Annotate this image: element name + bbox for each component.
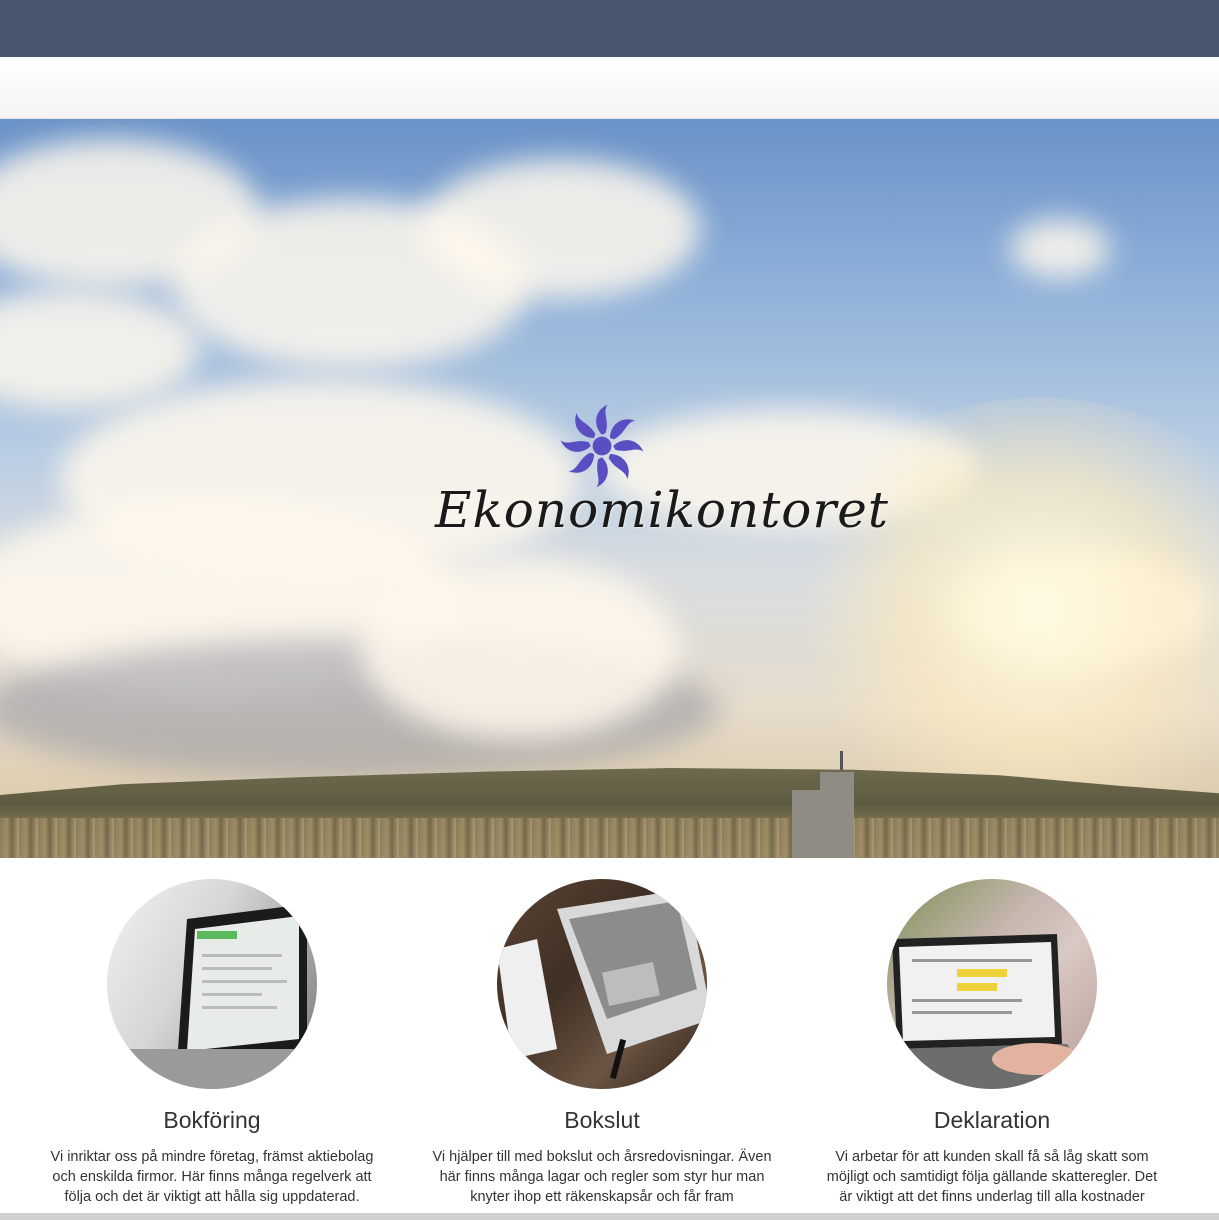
top-bar — [0, 0, 1219, 57]
service-description: Vi inriktar oss på mindre företag, främs… — [50, 1149, 374, 1205]
service-image — [107, 879, 317, 1089]
service-image — [887, 879, 1097, 1089]
horizontal-scrollbar[interactable] — [0, 1213, 1219, 1220]
logo: Ekonomikontoret — [435, 399, 889, 549]
building — [792, 772, 854, 858]
service-title: Bokslut — [564, 1107, 640, 1133]
service-description: Vi arbetar för att kunden skall få så lå… — [826, 1149, 1158, 1205]
logo-text: Ekonomikontoret — [435, 481, 889, 539]
services-section: Bokföring Vi inriktar oss på mindre före… — [0, 858, 1219, 1220]
service-description: Vi hjälper till med bokslut och årsredov… — [432, 1149, 772, 1205]
logo-flower-icon — [560, 404, 644, 488]
service-title: Bokföring — [163, 1107, 261, 1133]
service-title: Deklaration — [933, 1107, 1051, 1133]
service-image — [497, 879, 707, 1089]
hero-carousel[interactable]: Ekonomikontoret — [0, 119, 1219, 858]
navigation-bar — [0, 57, 1219, 119]
